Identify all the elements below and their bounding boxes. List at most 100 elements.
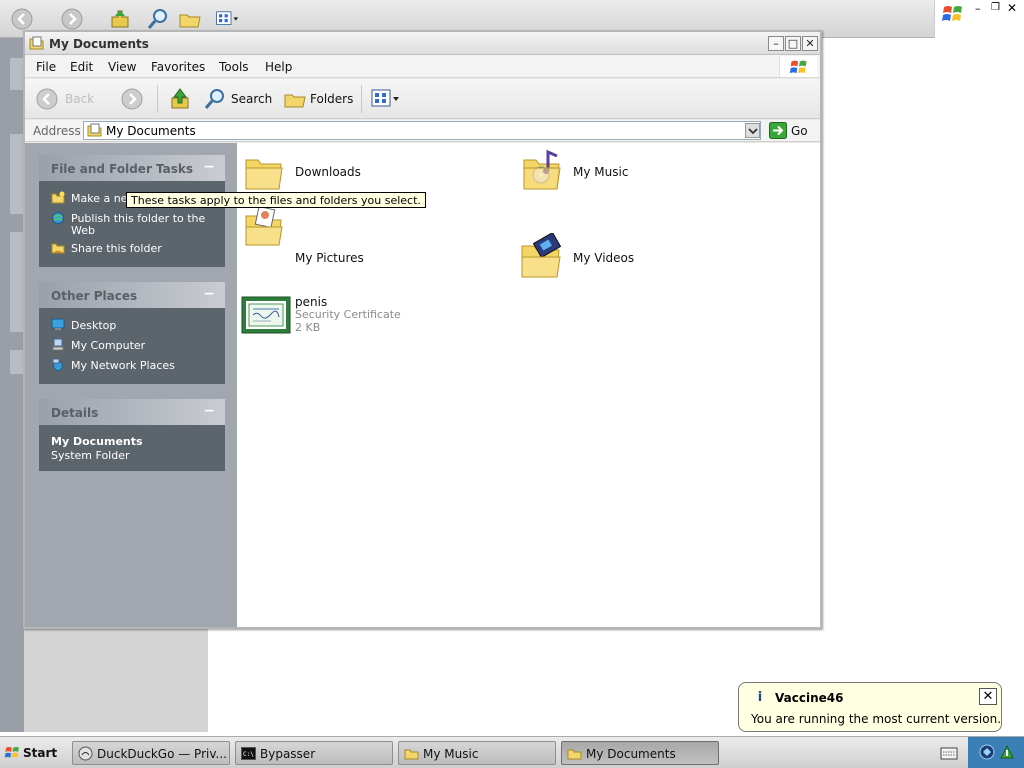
details-header[interactable]: Details − [39, 399, 225, 425]
windows-logo-icon [4, 747, 19, 758]
back-icon[interactable] [10, 7, 34, 31]
views-icon[interactable] [369, 87, 401, 111]
file-list: Downloads My Music My Pictures My Videos… [237, 143, 820, 627]
address-dropdown[interactable] [745, 123, 760, 138]
taskbar-item-my-documents[interactable]: My Documents [561, 741, 719, 765]
views-icon[interactable] [215, 7, 239, 31]
keyboard-icon[interactable] [940, 745, 958, 761]
item-name: penis [295, 295, 328, 309]
pictures-folder-icon [245, 205, 283, 246]
item-name: Downloads [295, 165, 361, 179]
go-arrow-icon [769, 122, 787, 139]
taskbar-item-duckduckgo[interactable]: DuckDuckGo — Priv... [72, 741, 230, 765]
place-network-places[interactable]: My Network Places [51, 358, 175, 372]
collapse-icon[interactable]: − [203, 159, 215, 175]
other-places-panel: Other Places − Desktop My Computer My Ne… [39, 282, 225, 384]
toolbar-separator [157, 85, 158, 113]
task-share-folder[interactable]: Share this folder [51, 241, 162, 255]
back-icon [36, 88, 58, 110]
toolbar-separator [361, 85, 362, 113]
minimize-icon: – [773, 37, 779, 50]
maximize-button[interactable]: □ [785, 36, 801, 51]
menu-bar: File Edit View Favorites Tools Help [25, 55, 820, 78]
my-documents-window: My Documents – □ ✕ File Edit View Favori… [23, 30, 822, 629]
browser-icon [78, 746, 93, 761]
item-name: My Pictures [295, 251, 364, 265]
taskbar-item-label: Bypasser [260, 747, 316, 761]
windows-logo-icon [789, 60, 807, 74]
go-label: Go [791, 124, 808, 138]
windows-logo-icon [942, 6, 962, 21]
background-window-controls: – ❐ ✕ [934, 0, 1024, 38]
menu-favorites[interactable]: Favorites [151, 60, 205, 74]
notification-balloon[interactable]: i Vaccine46 You are running the most cur… [738, 682, 1002, 732]
svg-text:C:\: C:\ [243, 751, 254, 758]
place-desktop[interactable]: Desktop [51, 318, 116, 332]
search-icon[interactable] [146, 7, 170, 31]
place-my-computer[interactable]: My Computer [51, 338, 145, 352]
title-bar[interactable]: My Documents – □ ✕ [25, 32, 820, 55]
collapse-icon[interactable]: − [203, 403, 215, 419]
my-documents-icon [29, 36, 44, 50]
chevron-down-icon [748, 128, 758, 135]
task-pane: File and Folder Tasks − Make a new folde… [25, 143, 237, 627]
security-certificate-icon [241, 296, 291, 334]
publish-web-icon [52, 212, 64, 224]
address-input[interactable]: My Documents [83, 121, 761, 140]
taskbar-item-bypasser[interactable]: C:\ Bypasser [235, 741, 393, 765]
up-folder-icon[interactable] [168, 87, 192, 111]
minimize-button[interactable]: – [768, 36, 784, 51]
address-label: Address [33, 124, 81, 138]
menu-tools[interactable]: Tools [219, 60, 249, 74]
balloon-text: You are running the most current version… [751, 712, 1002, 726]
balloon-close-button[interactable]: ✕ [979, 688, 997, 705]
close-button[interactable]: ✕ [802, 36, 818, 51]
folder-icon [404, 749, 419, 760]
music-folder-icon [523, 149, 561, 190]
file-folder-tasks-header[interactable]: File and Folder Tasks − [39, 155, 225, 181]
item-type: Security Certificate [295, 308, 401, 321]
folders-icon [284, 94, 306, 108]
menu-file[interactable]: File [36, 60, 56, 74]
menu-help[interactable]: Help [265, 60, 292, 74]
place-label: Desktop [71, 319, 117, 332]
balloon-title: Vaccine46 [775, 691, 844, 705]
collapse-icon[interactable]: − [203, 286, 215, 302]
place-label: My Network Places [71, 359, 175, 372]
console-icon: C:\ [241, 747, 256, 760]
forward-icon[interactable] [120, 87, 144, 111]
network-tray-icon[interactable] [998, 743, 1016, 761]
maximize-icon: □ [787, 37, 799, 50]
task-label: Share this folder [71, 242, 162, 255]
folders-label: Folders [310, 92, 354, 106]
my-computer-icon [52, 338, 64, 351]
task-publish-folder-web[interactable]: Web [71, 224, 95, 237]
task-publish-folder[interactable]: Publish this folder to the [51, 211, 205, 225]
task-label: Web [71, 224, 95, 237]
item-name: My Music [573, 165, 629, 179]
address-value: My Documents [106, 124, 196, 138]
other-places-header[interactable]: Other Places − [39, 282, 225, 308]
start-button[interactable]: Start [2, 740, 58, 766]
menu-view[interactable]: View [108, 60, 136, 74]
taskbar-item-my-music[interactable]: My Music [398, 741, 556, 765]
taskbar: Start DuckDuckGo — Priv... C:\ Bypasser … [0, 736, 1024, 768]
details-name: My Documents [51, 435, 143, 448]
up-folder-icon[interactable] [108, 7, 132, 31]
item-size: 2 KB [295, 321, 321, 334]
menu-edit[interactable]: Edit [70, 60, 93, 74]
search-icon [204, 89, 224, 109]
vaccine-tray-icon[interactable] [978, 743, 996, 761]
go-button[interactable]: Go [767, 121, 819, 140]
folders-icon[interactable] [178, 7, 202, 31]
share-folder-icon [51, 243, 65, 254]
details-panel: Details − My Documents System Folder [39, 399, 225, 471]
panel-title: File and Folder Tasks [51, 162, 194, 176]
close-icon: ✕ [805, 37, 815, 50]
close-icon[interactable]: ✕ [1007, 1, 1017, 15]
tooltip: These tasks apply to the files and folde… [126, 192, 426, 208]
windows-logo [779, 56, 817, 77]
restore-icon[interactable]: ❐ [991, 2, 1000, 13]
minimize-icon[interactable]: – [975, 2, 981, 15]
forward-icon[interactable] [60, 7, 84, 31]
